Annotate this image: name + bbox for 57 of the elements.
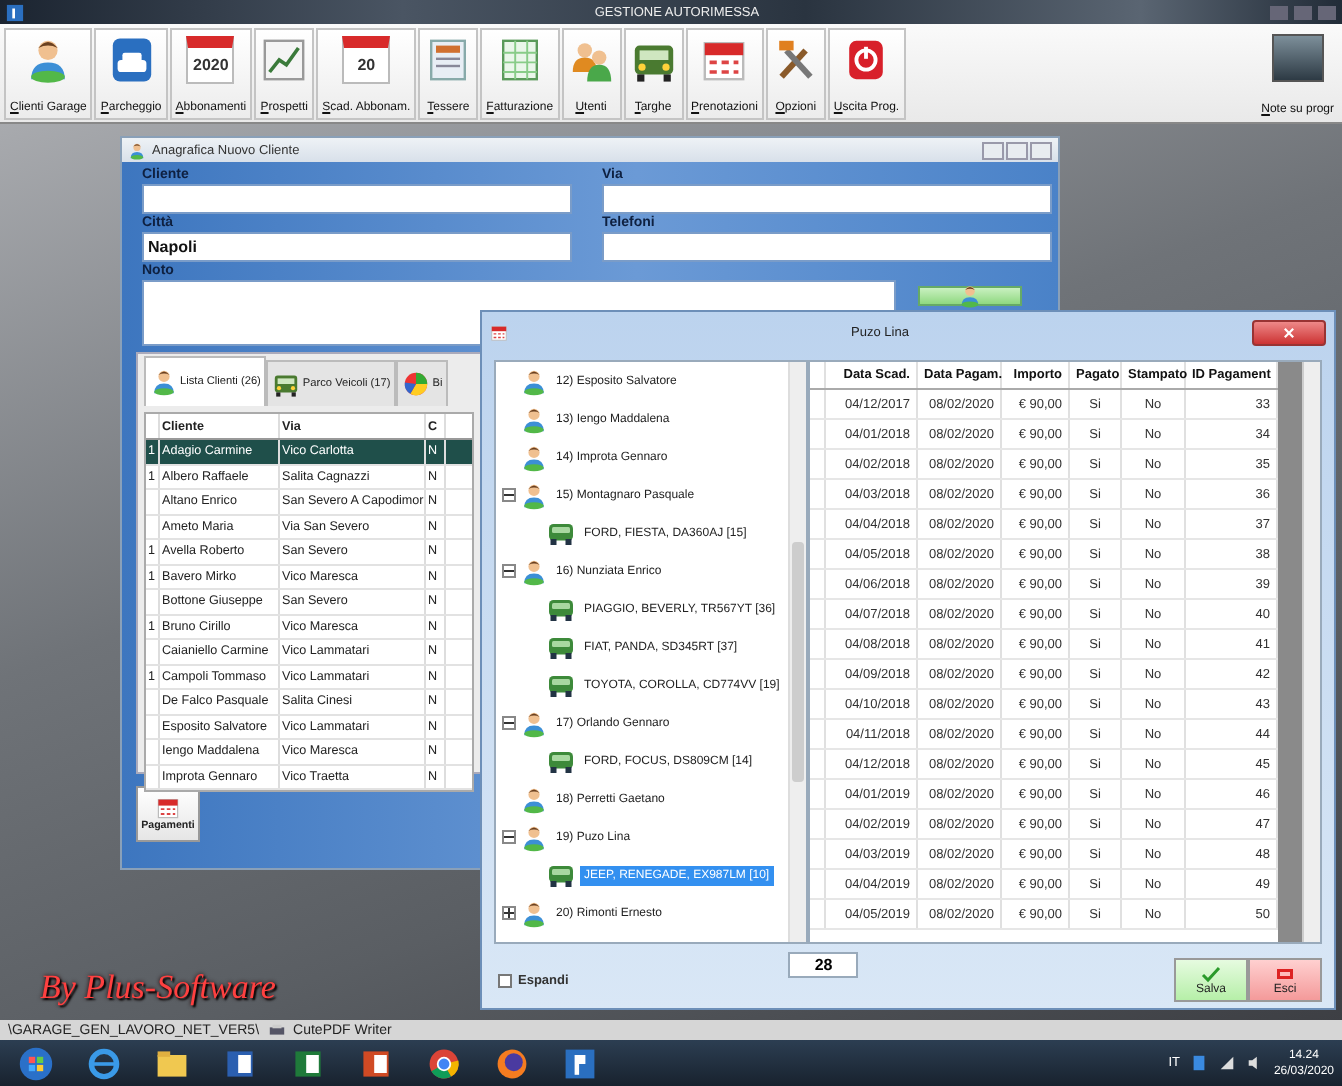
- browser-icon[interactable]: [426, 1045, 462, 1081]
- input-field[interactable]: [142, 184, 572, 214]
- document-icon[interactable]: [222, 1045, 258, 1081]
- person-icon: [520, 405, 548, 433]
- close-button[interactable]: [1318, 5, 1336, 19]
- car-icon: [546, 860, 576, 890]
- close-icon: [1282, 325, 1296, 339]
- app-icon[interactable]: [562, 1045, 598, 1081]
- app-icon: [6, 3, 24, 21]
- network-icon[interactable]: [1189, 1054, 1208, 1072]
- person-icon: [520, 443, 548, 471]
- collapse-toggle[interactable]: [502, 716, 516, 730]
- person-icon: [520, 367, 548, 395]
- collapse-toggle[interactable]: [502, 564, 516, 578]
- sign-icon: [107, 35, 156, 83]
- exit-icon: [1274, 964, 1296, 984]
- collapse-toggle[interactable]: [502, 830, 516, 844]
- count-field: 28: [788, 952, 859, 978]
- signal-icon[interactable]: [1217, 1054, 1236, 1072]
- calendar-icon: 2020: [186, 35, 235, 83]
- person-icon: [958, 284, 982, 308]
- person-icon: [150, 368, 178, 396]
- close-button[interactable]: [1252, 319, 1326, 345]
- start-icon[interactable]: [18, 1045, 54, 1081]
- calendar-icon: [156, 796, 180, 820]
- check-icon: [1200, 964, 1222, 984]
- car-icon: [272, 370, 301, 398]
- calendar-icon: 20: [342, 35, 391, 83]
- expand-toggle[interactable]: [502, 906, 516, 920]
- car-icon: [546, 518, 576, 548]
- spreadsheet-icon[interactable]: [290, 1045, 326, 1081]
- action-button[interactable]: [918, 286, 1022, 306]
- presentation-icon[interactable]: [358, 1045, 394, 1081]
- collapse-toggle[interactable]: [502, 488, 516, 502]
- person-icon: [520, 557, 548, 585]
- input-field[interactable]: [602, 232, 1052, 262]
- scrollbar[interactable]: [787, 362, 805, 942]
- input-field[interactable]: [602, 184, 1052, 214]
- image-thumbnail: [1271, 33, 1324, 81]
- person-icon: [128, 141, 146, 159]
- brand-text: By Plus-Software: [40, 968, 276, 1008]
- person-icon: [520, 785, 548, 813]
- input-field[interactable]: Napoli: [142, 232, 572, 262]
- car-icon: [546, 632, 576, 662]
- scrollbar[interactable]: [1302, 362, 1320, 942]
- person-icon: [520, 899, 548, 927]
- car-icon: [546, 594, 576, 624]
- pie-chart-icon: [402, 370, 431, 398]
- folder-icon[interactable]: [154, 1045, 190, 1081]
- car-icon: [546, 746, 576, 776]
- person-icon: [520, 823, 548, 851]
- browser-icon[interactable]: [494, 1045, 530, 1081]
- calendar-icon: [490, 323, 508, 341]
- person-icon: [520, 709, 548, 737]
- chart-icon: [260, 35, 309, 83]
- car-icon: [546, 670, 576, 700]
- person-icon: [520, 481, 548, 509]
